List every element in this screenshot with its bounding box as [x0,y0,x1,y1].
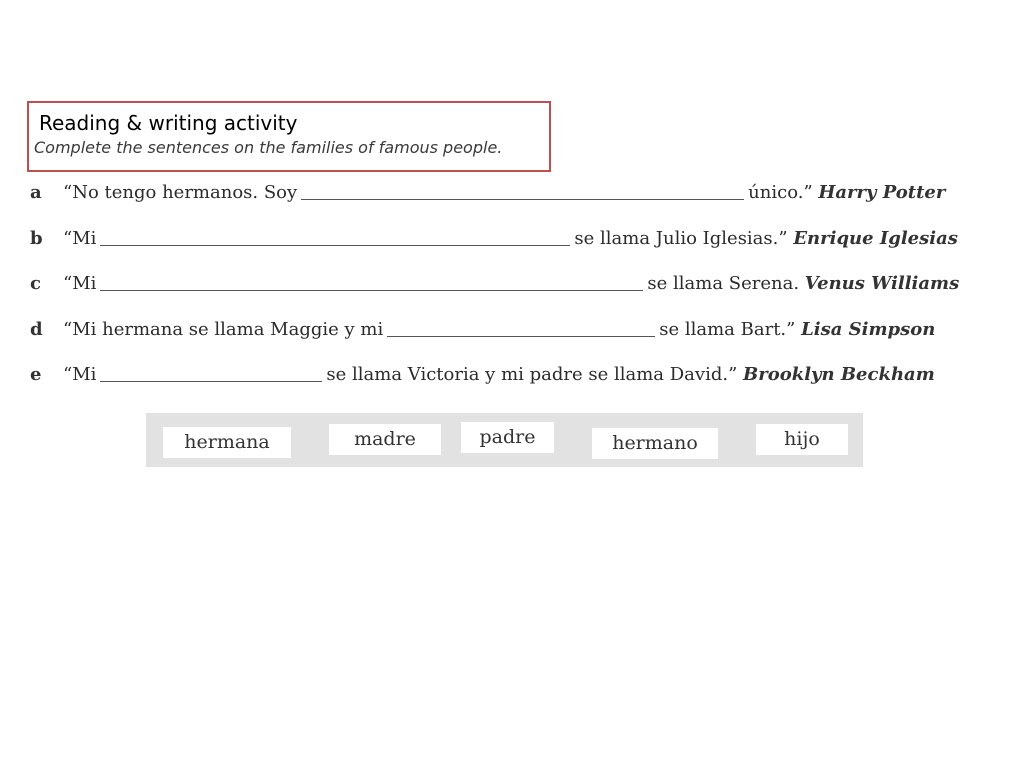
sentence-e: e “Mi se llama Victoria y mi padre se lla… [30,360,980,406]
famous-person-name: Harry Potter [818,182,946,203]
sentence-a: a “No tengo hermanos. Soy único.” Harry P… [30,178,980,224]
word-tile-hijo[interactable]: hijo [756,424,848,455]
famous-person-name: Lisa Simpson [801,318,936,340]
word-tile-padre[interactable]: padre [461,422,554,453]
sentence-list: a “No tengo hermanos. Soy único.” Harry P… [30,178,980,406]
answer-blank[interactable] [100,225,571,246]
sentence-text-after: se llama Bart.” [659,318,796,340]
sentence-c: c “Mi se llama Serena. Venus Williams [30,269,980,315]
word-tile-hermana[interactable]: hermana [163,427,291,458]
sentence-b: b “Mi se llama Julio Iglesias.” Enrique I… [30,224,980,270]
sentence-text-before: “Mi [63,273,97,294]
activity-header-box: Reading & writing activity Complete the … [27,101,551,172]
sentence-text-before: “No tengo hermanos. Soy [63,182,298,203]
activity-title: Reading & writing activity [39,111,298,135]
sentence-text-before: “Mi hermana se llama Maggie y mi [63,318,384,340]
sentence-letter: a [30,182,42,203]
answer-blank[interactable] [387,316,656,337]
famous-person-name: Enrique Iglesias [793,227,958,249]
sentence-letter: b [30,227,43,249]
answer-blank[interactable] [100,270,644,291]
sentence-text-after: se llama Julio Iglesias.” [574,227,788,249]
sentence-d: d “Mi hermana se llama Maggie y mi se lla… [30,315,980,361]
word-tile-madre[interactable]: madre [329,424,441,455]
answer-blank[interactable] [301,179,745,200]
sentence-text-before: “Mi [63,364,97,385]
sentence-text-after: se llama Victoria y mi padre se llama Da… [326,364,738,385]
sentence-letter: c [30,273,41,294]
answer-blank[interactable] [100,361,323,382]
word-bank: hermana madre padre hermano hijo [146,413,863,467]
famous-person-name: Brooklyn Beckham [743,364,935,385]
famous-person-name: Venus Williams [804,273,960,294]
word-tile-hermano[interactable]: hermano [592,428,718,459]
sentence-text-after: se llama Serena. [647,273,800,294]
sentence-letter: e [30,364,42,385]
sentence-text-before: “Mi [63,227,97,249]
activity-instruction: Complete the sentences on the families o… [34,138,503,157]
sentence-letter: d [30,318,43,340]
sentence-text-after: único.” [748,182,813,203]
